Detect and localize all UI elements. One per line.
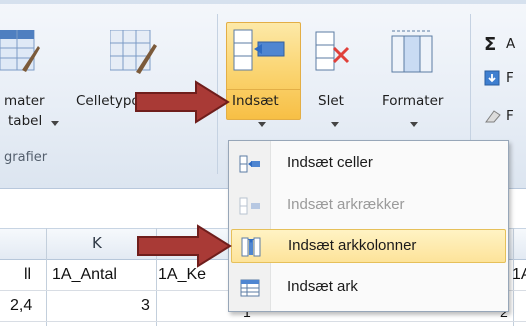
format-icon: [391, 30, 433, 73]
column-header-k[interactable]: K: [92, 234, 102, 252]
ribbon-top-edge: [0, 0, 526, 4]
insert-sheet-icon: [240, 279, 260, 297]
autosum-label: A: [506, 36, 516, 52]
menu-item-label: Indsæt arkrækker: [287, 196, 405, 213]
insert-icon: [233, 29, 285, 71]
format-label: Formater: [382, 93, 444, 109]
autosum-icon[interactable]: Σ: [484, 34, 496, 55]
row-divider: [0, 321, 526, 322]
cell[interactable]: 3: [141, 297, 150, 315]
menu-item-label: Indsæt ark: [287, 278, 358, 295]
insert-cells-icon: [239, 155, 260, 173]
menu-item-insert-columns[interactable]: Indsæt arkkolonner: [231, 229, 506, 263]
format-as-table-label: mater: [4, 93, 45, 109]
cell-styles-icon: [110, 30, 157, 74]
clear-label: F: [506, 108, 514, 124]
chevron-down-icon: [331, 122, 339, 127]
format-as-table-icon: [0, 30, 40, 72]
chevron-down-icon: [51, 121, 59, 126]
cell[interactable]: ll: [24, 266, 31, 284]
insert-dropdown-menu: Indsæt celler Indsæt arkrækker Indsæt ar…: [228, 140, 509, 312]
cell[interactable]: 1A: [512, 266, 526, 284]
cell[interactable]: 1A_Antal: [52, 266, 117, 284]
cell[interactable]: 1A_Ke: [158, 266, 206, 284]
pointer-arrow-icon: [135, 80, 230, 124]
pointer-arrow-icon: [137, 224, 232, 268]
delete-label: Slet: [318, 93, 344, 109]
chevron-down-icon: [258, 122, 266, 127]
styles-group-label: grafier: [4, 150, 48, 165]
insert-columns-icon: [241, 237, 261, 257]
insert-rows-icon: [239, 197, 260, 215]
column-divider: [46, 228, 47, 326]
fill-label: F: [506, 70, 514, 86]
split-button-divider: [227, 89, 300, 90]
cell[interactable]: 2,4: [10, 297, 32, 315]
menu-item-insert-sheet[interactable]: Indsæt ark: [231, 271, 506, 305]
fill-icon[interactable]: [484, 70, 500, 86]
clear-icon[interactable]: [484, 108, 502, 124]
menu-item-insert-cells[interactable]: Indsæt celler: [231, 147, 506, 181]
menu-item-label: Indsæt celler: [287, 154, 373, 171]
insert-label: Indsæt: [232, 93, 279, 109]
menu-item-insert-rows[interactable]: Indsæt arkrækker: [231, 189, 506, 223]
chevron-down-icon: [410, 122, 418, 127]
format-as-table-label-2: tabel: [8, 113, 43, 129]
delete-icon: [315, 31, 350, 71]
menu-item-label: Indsæt arkkolonner: [288, 237, 417, 254]
